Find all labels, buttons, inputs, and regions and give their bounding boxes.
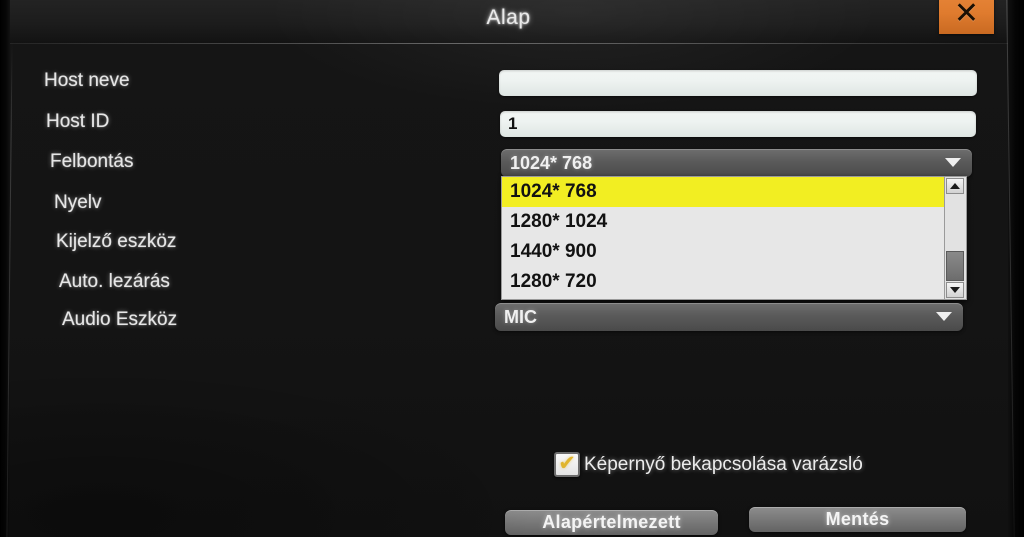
list-item-resolution-1[interactable]: 1280* 1024 [502,207,945,237]
screen-bezel-left [0,0,10,537]
dialog-title: Alap [486,6,531,29]
label-display-device: Kijelző eszköz [56,231,177,252]
label-resolution: Felbontás [50,151,134,172]
close-icon: ✕ [953,0,980,30]
scroll-up-button[interactable] [946,178,964,194]
label-host-name: Host neve [44,70,130,91]
screen-bezel-right [1008,0,1024,537]
checkmark-icon: ✔ [558,452,576,475]
default-button-label: Alapértelmezett [542,512,681,532]
list-item-resolution-3[interactable]: 1280* 720 [502,267,945,297]
option-list-scrollbar[interactable] [944,177,966,299]
chevron-down-icon [936,312,952,321]
default-button[interactable]: Alapértelmezett [505,510,718,535]
titlebar-divider [9,43,1008,44]
dialog-titlebar: Alap [9,0,1008,44]
close-button[interactable]: ✕ [939,0,994,34]
startup-wizard-label: Képernyő bekapcsolása varázsló [584,453,863,475]
scroll-up-arrow-icon [950,183,960,189]
audio-device-dropdown[interactable]: MIC [495,303,963,331]
scroll-down-arrow-icon [950,287,960,293]
save-button[interactable]: Mentés [749,507,966,532]
label-auto-lock: Auto. lezárás [59,271,170,292]
resolution-dropdown[interactable]: 1024* 768 [501,149,972,177]
list-item-resolution-0[interactable]: 1024* 768 [502,177,945,207]
startup-wizard-checkbox-row[interactable]: ✔ Képernyő bekapcsolása varázsló [554,452,863,477]
startup-wizard-checkbox[interactable]: ✔ [554,452,580,477]
scrollbar-thumb[interactable] [946,251,964,281]
resolution-option-list[interactable]: 1024* 768 1280* 1024 1440* 900 1280* 720 [501,176,967,300]
host-id-input[interactable] [500,111,976,137]
scroll-down-button[interactable] [946,282,964,298]
label-audio-device: Audio Eszköz [62,309,178,330]
basic-settings-dialog: Alap ✕ Host neve Host ID Felbontás Nyelv… [9,0,1008,537]
label-language: Nyelv [54,192,102,213]
list-item-resolution-2[interactable]: 1440* 900 [502,237,945,267]
chevron-down-icon [945,158,961,167]
screen-photo-background: Alap ✕ Host neve Host ID Felbontás Nyelv… [0,0,1024,537]
host-name-input[interactable] [499,70,977,96]
audio-device-dropdown-value: MIC [504,306,537,327]
label-host-id: Host ID [46,111,110,132]
resolution-dropdown-value: 1024* 768 [510,152,593,173]
save-button-label: Mentés [825,509,890,529]
